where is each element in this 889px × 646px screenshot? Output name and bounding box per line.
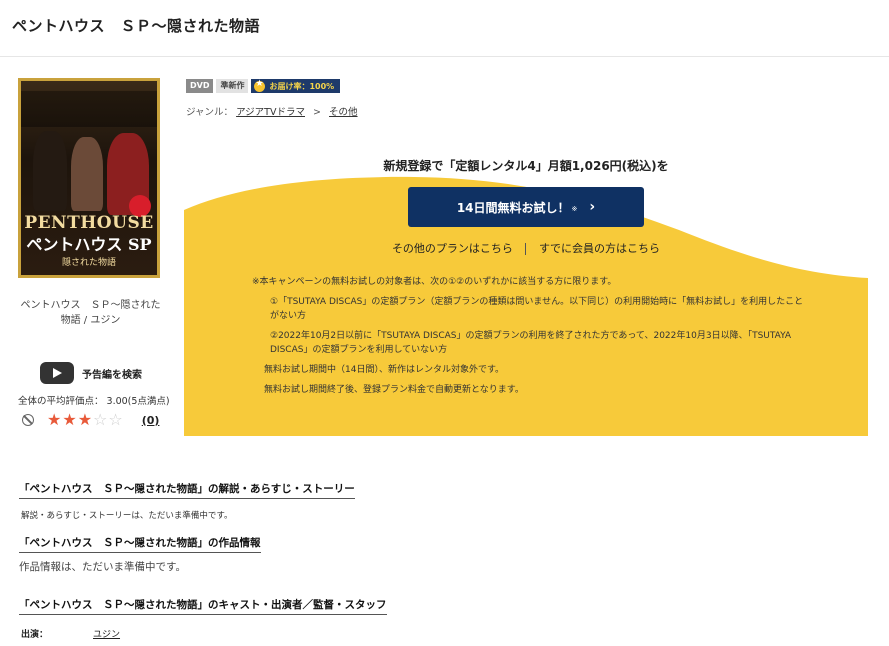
cover-logo-sub: ペントハウス SP	[26, 235, 152, 254]
cover-image[interactable]: PENTHOUSE ペントハウス SP 隠された物語	[18, 78, 160, 278]
cover-logo-main: PENTHOUSE	[24, 213, 154, 233]
info-heading: 「ペントハウス ＳＰ～隠された物語」の作品情報	[19, 535, 261, 553]
campaign-notes: ※本キャンペーンの無料お試しの対象者は、次の①②のいずれかに該当する方に限ります…	[252, 275, 812, 403]
genre-link-other[interactable]: その他	[329, 107, 358, 118]
cast-label: 出演：	[21, 630, 49, 640]
other-plans-link[interactable]: その他のプランはこちら	[392, 242, 513, 255]
rating-row: ★★★☆☆ (0)	[22, 411, 159, 429]
trailer-label: 予告編を検索	[82, 369, 142, 381]
campaign-note: ②2022年10月2日以前に「TSUTAYA DISCAS」の定額プランの利用を…	[270, 331, 792, 355]
story-heading: 「ペントハウス ＳＰ～隠された物語」の解説・あらすじ・ストーリー	[19, 481, 355, 499]
chevron-right-icon: ›	[589, 199, 596, 215]
free-trial-button[interactable]: 14日間無料お試し！ ※ ›	[408, 187, 644, 227]
delivery-rate-badge: お届け率：100%	[251, 79, 341, 93]
star-coin-icon	[254, 79, 266, 92]
star-filled-icon: ★	[62, 410, 78, 429]
free-trial-note: ※	[571, 205, 578, 213]
campaign-note: ※本キャンペーンの無料お試しの対象者は、次の①②のいずれかに該当する方に限ります…	[252, 277, 617, 287]
genre-breadcrumb: ジャンル： アジアTVドラマ > その他	[186, 104, 358, 118]
page-title: ペントハウス ＳＰ～隠された物語	[12, 17, 261, 35]
member-login-link[interactable]: すでに会員の方はこちら	[539, 242, 660, 255]
rating-stars: ★★★☆☆	[47, 411, 124, 429]
story-text: 解説・あらすじ・ストーリーは、ただいま準備中です。	[21, 511, 233, 521]
cover-caption: ペントハウス ＳＰ～隠された物語 / ユジン	[20, 300, 161, 326]
trailer-search-button[interactable]: 予告編を検索	[40, 362, 142, 384]
product-badges: DVD 準新作 お届け率：100%	[186, 79, 341, 93]
campaign-note: 無料お試し期間中（14日間）、新作はレンタル対象外です。	[264, 365, 505, 375]
ban-icon[interactable]	[22, 414, 34, 426]
link-divider	[525, 243, 527, 255]
campaign-note: 無料お試し期間終了後、登録プラン料金で自動更新となります。	[264, 385, 524, 395]
info-text: 作品情報は、ただいま準備中です。	[19, 561, 186, 573]
star-filled-icon: ★	[77, 410, 94, 429]
free-trial-label: 14日間無料お試し！	[456, 200, 570, 215]
cover-figure	[71, 137, 103, 211]
campaign-note: ①「TSUTAYA DISCAS」の定額プラン（定額プランの種類は問いません。以…	[270, 297, 804, 321]
cast-link[interactable]: ユジン	[93, 627, 120, 640]
cover-figure	[33, 131, 67, 211]
delivery-rate-label: お届け率：100%	[269, 81, 335, 91]
genre-link-asian-tv[interactable]: アジアTVドラマ	[236, 107, 305, 118]
title-divider	[0, 56, 889, 57]
rating-summary: 全体の平均評価点： 3.00(5点満点)	[18, 396, 170, 407]
dvd-badge: DVD	[186, 79, 214, 93]
genre-label: ジャンル：	[186, 107, 234, 118]
review-count-link[interactable]: (0)	[142, 414, 160, 427]
cover-band	[21, 91, 157, 127]
plan-links: その他のプランはこちら すでに会員の方はこちら	[184, 240, 868, 256]
play-icon	[40, 362, 74, 384]
new-release-badge: 準新作	[216, 79, 249, 93]
star-filled-icon: ★	[47, 410, 63, 429]
cast-heading: 「ペントハウス ＳＰ～隠された物語」のキャスト・出演者／監督・スタッフ	[19, 597, 387, 615]
cover-logo-tag: 隠された物語	[61, 258, 116, 268]
star-empty-icon: ☆	[93, 410, 109, 429]
star-empty-icon: ☆	[108, 410, 124, 429]
genre-separator: >	[313, 107, 321, 118]
